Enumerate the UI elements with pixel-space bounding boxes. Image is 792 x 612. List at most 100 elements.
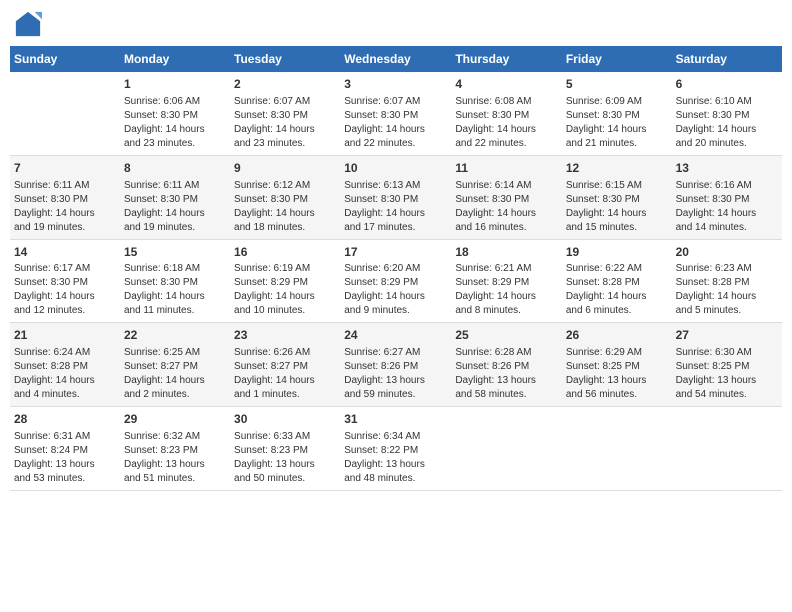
calendar-cell: 1 Sunrise: 6:06 AM Sunset: 8:30 PM Daylig…	[120, 72, 230, 155]
calendar-cell	[451, 407, 562, 491]
date-number: 1	[124, 76, 226, 93]
calendar-cell: 19Sunrise: 6:22 AM Sunset: 8:28 PM Dayli…	[562, 239, 672, 323]
cell-info: Sunrise: 6:07 AM Sunset: 8:30 PM Dayligh…	[344, 95, 447, 151]
day-header-tuesday: Tuesday	[230, 46, 340, 72]
cell-info: Sunrise: 6:21 AM Sunset: 8:29 PM Dayligh…	[455, 262, 558, 318]
date-number: 2	[234, 76, 336, 93]
date-number: 31	[344, 411, 447, 428]
date-number: 10	[344, 160, 447, 177]
cell-info: Sunrise: 6:33 AM Sunset: 8:23 PM Dayligh…	[234, 430, 336, 486]
cell-info: Sunrise: 6:18 AM Sunset: 8:30 PM Dayligh…	[124, 262, 226, 318]
logo-icon	[14, 10, 42, 38]
day-header-friday: Friday	[562, 46, 672, 72]
date-number: 6	[676, 76, 778, 93]
cell-info: Sunrise: 6:28 AM Sunset: 8:26 PM Dayligh…	[455, 346, 558, 402]
cell-info: Sunrise: 6:31 AM Sunset: 8:24 PM Dayligh…	[14, 430, 116, 486]
week-row-1: 1 Sunrise: 6:06 AM Sunset: 8:30 PM Daylig…	[10, 72, 782, 155]
date-number: 5	[566, 76, 668, 93]
day-header-monday: Monday	[120, 46, 230, 72]
date-number: 18	[455, 244, 558, 261]
calendar-cell: 26Sunrise: 6:29 AM Sunset: 8:25 PM Dayli…	[562, 323, 672, 407]
calendar-cell: 15Sunrise: 6:18 AM Sunset: 8:30 PM Dayli…	[120, 239, 230, 323]
calendar-cell: 5 Sunrise: 6:09 AM Sunset: 8:30 PM Daylig…	[562, 72, 672, 155]
cell-info: Sunrise: 6:29 AM Sunset: 8:25 PM Dayligh…	[566, 346, 668, 402]
calendar-cell: 11Sunrise: 6:14 AM Sunset: 8:30 PM Dayli…	[451, 155, 562, 239]
day-header-sunday: Sunday	[10, 46, 120, 72]
calendar-cell: 24 Sunrise: 6:27 AM Sunset: 8:26 PM Dayli…	[340, 323, 451, 407]
date-number: 22	[124, 327, 226, 344]
cell-info: Sunrise: 6:06 AM Sunset: 8:30 PM Dayligh…	[124, 95, 226, 151]
cell-info: Sunrise: 6:13 AM Sunset: 8:30 PM Dayligh…	[344, 179, 447, 235]
date-number: 7	[14, 160, 116, 177]
calendar-cell: 6 Sunrise: 6:10 AM Sunset: 8:30 PM Daylig…	[672, 72, 782, 155]
date-number: 27	[676, 327, 778, 344]
calendar-cell: 27 Sunrise: 6:30 AM Sunset: 8:25 PM Dayli…	[672, 323, 782, 407]
calendar-cell: 20Sunrise: 6:23 AM Sunset: 8:28 PM Dayli…	[672, 239, 782, 323]
calendar-cell: 14Sunrise: 6:17 AM Sunset: 8:30 PM Dayli…	[10, 239, 120, 323]
day-header-thursday: Thursday	[451, 46, 562, 72]
calendar-cell: 13Sunrise: 6:16 AM Sunset: 8:30 PM Dayli…	[672, 155, 782, 239]
calendar-cell: 2 Sunrise: 6:07 AM Sunset: 8:30 PM Daylig…	[230, 72, 340, 155]
week-row-5: 28 Sunrise: 6:31 AM Sunset: 8:24 PM Dayli…	[10, 407, 782, 491]
cell-info: Sunrise: 6:19 AM Sunset: 8:29 PM Dayligh…	[234, 262, 336, 318]
calendar-cell: 16Sunrise: 6:19 AM Sunset: 8:29 PM Dayli…	[230, 239, 340, 323]
calendar-cell: 12 Sunrise: 6:15 AM Sunset: 8:30 PM Dayli…	[562, 155, 672, 239]
header-row: SundayMondayTuesdayWednesdayThursdayFrid…	[10, 46, 782, 72]
calendar-cell	[672, 407, 782, 491]
calendar-cell: 28 Sunrise: 6:31 AM Sunset: 8:24 PM Dayli…	[10, 407, 120, 491]
calendar-cell: 21 Sunrise: 6:24 AM Sunset: 8:28 PM Dayli…	[10, 323, 120, 407]
calendar-cell: 4 Sunrise: 6:08 AM Sunset: 8:30 PM Daylig…	[451, 72, 562, 155]
date-number: 8	[124, 160, 226, 177]
date-number: 29	[124, 411, 226, 428]
cell-info: Sunrise: 6:32 AM Sunset: 8:23 PM Dayligh…	[124, 430, 226, 486]
cell-info: Sunrise: 6:17 AM Sunset: 8:30 PM Dayligh…	[14, 262, 116, 318]
cell-info: Sunrise: 6:27 AM Sunset: 8:26 PM Dayligh…	[344, 346, 447, 402]
calendar-cell: 22Sunrise: 6:25 AM Sunset: 8:27 PM Dayli…	[120, 323, 230, 407]
date-number: 15	[124, 244, 226, 261]
cell-info: Sunrise: 6:11 AM Sunset: 8:30 PM Dayligh…	[14, 179, 116, 235]
date-number: 16	[234, 244, 336, 261]
date-number: 9	[234, 160, 336, 177]
date-number: 30	[234, 411, 336, 428]
week-row-4: 21 Sunrise: 6:24 AM Sunset: 8:28 PM Dayli…	[10, 323, 782, 407]
cell-info: Sunrise: 6:08 AM Sunset: 8:30 PM Dayligh…	[455, 95, 558, 151]
calendar-cell: 23Sunrise: 6:26 AM Sunset: 8:27 PM Dayli…	[230, 323, 340, 407]
cell-info: Sunrise: 6:30 AM Sunset: 8:25 PM Dayligh…	[676, 346, 778, 402]
cell-info: Sunrise: 6:09 AM Sunset: 8:30 PM Dayligh…	[566, 95, 668, 151]
calendar-cell: 7 Sunrise: 6:11 AM Sunset: 8:30 PM Daylig…	[10, 155, 120, 239]
date-number: 17	[344, 244, 447, 261]
cell-info: Sunrise: 6:20 AM Sunset: 8:29 PM Dayligh…	[344, 262, 447, 318]
date-number: 21	[14, 327, 116, 344]
day-header-wednesday: Wednesday	[340, 46, 451, 72]
week-row-2: 7 Sunrise: 6:11 AM Sunset: 8:30 PM Daylig…	[10, 155, 782, 239]
calendar-cell: 9 Sunrise: 6:12 AM Sunset: 8:30 PM Daylig…	[230, 155, 340, 239]
calendar-table: SundayMondayTuesdayWednesdayThursdayFrid…	[10, 46, 782, 491]
cell-info: Sunrise: 6:34 AM Sunset: 8:22 PM Dayligh…	[344, 430, 447, 486]
calendar-cell: 8 Sunrise: 6:11 AM Sunset: 8:30 PM Daylig…	[120, 155, 230, 239]
cell-info: Sunrise: 6:24 AM Sunset: 8:28 PM Dayligh…	[14, 346, 116, 402]
cell-info: Sunrise: 6:07 AM Sunset: 8:30 PM Dayligh…	[234, 95, 336, 151]
page-header	[10, 10, 782, 38]
week-row-3: 14Sunrise: 6:17 AM Sunset: 8:30 PM Dayli…	[10, 239, 782, 323]
day-header-saturday: Saturday	[672, 46, 782, 72]
calendar-cell: 18Sunrise: 6:21 AM Sunset: 8:29 PM Dayli…	[451, 239, 562, 323]
calendar-cell: 17Sunrise: 6:20 AM Sunset: 8:29 PM Dayli…	[340, 239, 451, 323]
date-number: 23	[234, 327, 336, 344]
date-number: 11	[455, 160, 558, 177]
cell-info: Sunrise: 6:22 AM Sunset: 8:28 PM Dayligh…	[566, 262, 668, 318]
cell-info: Sunrise: 6:11 AM Sunset: 8:30 PM Dayligh…	[124, 179, 226, 235]
date-number: 14	[14, 244, 116, 261]
calendar-cell	[562, 407, 672, 491]
calendar-cell: 31 Sunrise: 6:34 AM Sunset: 8:22 PM Dayli…	[340, 407, 451, 491]
date-number: 28	[14, 411, 116, 428]
date-number: 24	[344, 327, 447, 344]
calendar-cell: 10 Sunrise: 6:13 AM Sunset: 8:30 PM Dayli…	[340, 155, 451, 239]
date-number: 4	[455, 76, 558, 93]
date-number: 12	[566, 160, 668, 177]
calendar-cell: 3 Sunrise: 6:07 AM Sunset: 8:30 PM Daylig…	[340, 72, 451, 155]
cell-info: Sunrise: 6:10 AM Sunset: 8:30 PM Dayligh…	[676, 95, 778, 151]
date-number: 3	[344, 76, 447, 93]
cell-info: Sunrise: 6:15 AM Sunset: 8:30 PM Dayligh…	[566, 179, 668, 235]
logo	[14, 10, 44, 38]
cell-info: Sunrise: 6:12 AM Sunset: 8:30 PM Dayligh…	[234, 179, 336, 235]
